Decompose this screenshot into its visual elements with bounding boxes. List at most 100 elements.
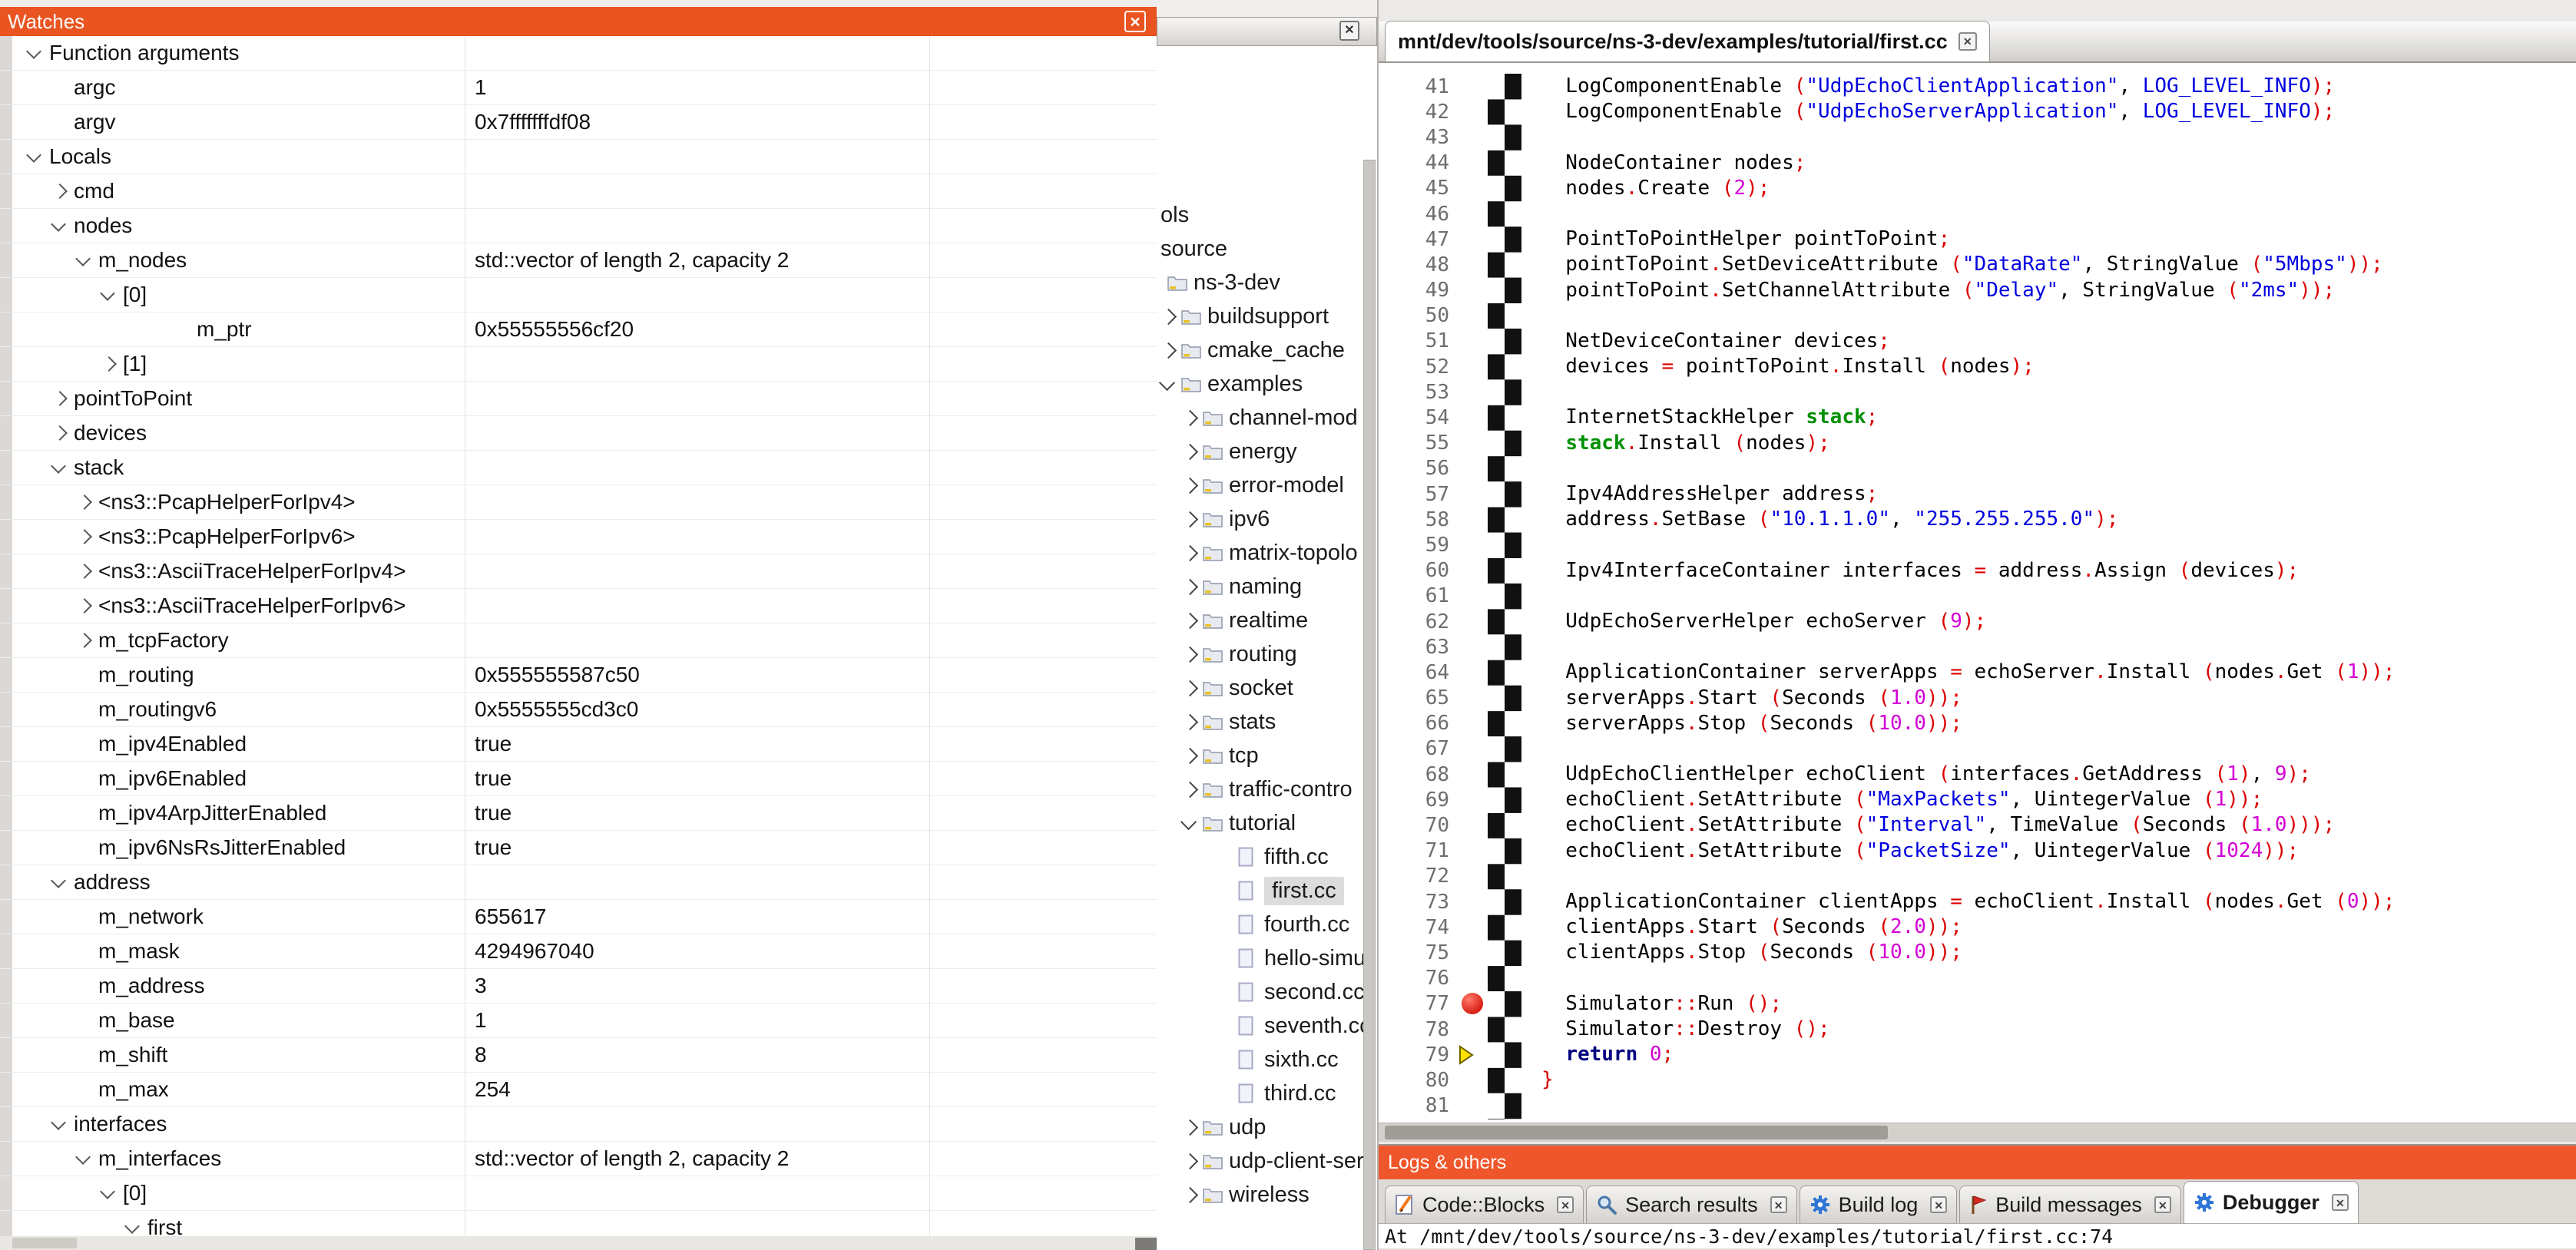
chevron-right-icon[interactable] [72, 629, 98, 652]
tree-item-examples[interactable]: examples [1157, 367, 1377, 401]
chevron-right-icon[interactable] [1180, 406, 1201, 429]
tree-item-socket[interactable]: socket [1157, 671, 1377, 705]
chevron-right-icon[interactable] [1180, 1149, 1201, 1172]
chevron-down-icon[interactable] [97, 1182, 123, 1205]
tree-item-channel-mod[interactable]: channel-mod [1157, 401, 1377, 435]
watch-row[interactable]: m_ipv4Enabledtrue [0, 727, 1157, 762]
watch-row[interactable]: m_tcpFactory [0, 623, 1157, 658]
tree-item-realtime[interactable]: realtime [1157, 604, 1377, 637]
tree-item-buildsupport[interactable]: buildsupport [1157, 299, 1377, 333]
tree-item-matrix-topolo[interactable]: matrix-topolo [1157, 536, 1377, 570]
watch-row[interactable]: m_base1 [0, 1004, 1157, 1038]
chevron-down-icon[interactable] [48, 871, 74, 894]
logs-tab-build-log[interactable]: Build log✕ [1800, 1186, 1958, 1223]
chevron-right-icon[interactable] [1180, 575, 1201, 598]
editor-tab-first-cc[interactable]: mnt/dev/tools/source/ns-3-dev/examples/t… [1385, 21, 1990, 61]
chevron-right-icon[interactable] [72, 525, 98, 548]
watch-row[interactable]: m_mask4294967040 [0, 934, 1157, 969]
tree-item-ols[interactable]: ols [1157, 198, 1377, 232]
watches-hscrollbar[interactable] [0, 1236, 1157, 1250]
chevron-right-icon[interactable] [1180, 541, 1201, 564]
close-icon[interactable]: ✕ [2332, 1194, 2349, 1211]
watch-row[interactable]: m_routingv60x5555555cd3c0 [0, 693, 1157, 727]
tree-item-cmake-cache[interactable]: cmake_cache [1157, 333, 1377, 367]
chevron-right-icon[interactable] [1180, 643, 1201, 666]
logs-tab-build-messages[interactable]: Build messages✕ [1959, 1186, 2181, 1223]
watch-row[interactable]: <ns3::PcapHelperForIpv6> [0, 520, 1157, 554]
chevron-down-icon[interactable] [23, 41, 49, 64]
chevron-down-icon[interactable] [23, 145, 49, 168]
watch-row[interactable]: pointToPoint [0, 382, 1157, 416]
close-icon[interactable]: ✕ [1930, 1196, 1947, 1213]
watch-row[interactable]: interfaces [0, 1107, 1157, 1142]
tree-item-sixth-cc[interactable]: sixth.cc [1157, 1043, 1377, 1076]
chevron-right-icon[interactable] [1180, 710, 1201, 733]
tree-item-traffic-contro[interactable]: traffic-contro [1157, 772, 1377, 806]
tree-item-ns-3-dev[interactable]: ns-3-dev [1157, 266, 1377, 299]
tree-item-error-model[interactable]: error-model [1157, 468, 1377, 502]
editor-hscrollbar[interactable] [1379, 1123, 2576, 1142]
tree-item-first-cc[interactable]: first.cc [1157, 874, 1377, 908]
chevron-down-icon[interactable] [121, 1216, 147, 1236]
watch-row[interactable]: Locals [0, 140, 1157, 174]
chevron-down-icon[interactable] [1158, 372, 1180, 395]
chevron-right-icon[interactable] [1158, 305, 1180, 328]
chevron-right-icon[interactable] [1180, 440, 1201, 463]
watch-row[interactable]: <ns3::AsciiTraceHelperForIpv6> [0, 589, 1157, 623]
watch-row[interactable]: <ns3::PcapHelperForIpv4> [0, 485, 1157, 520]
chevron-right-icon[interactable] [1158, 339, 1180, 362]
project-tree-titlebar[interactable]: ✕ [1157, 17, 1377, 46]
watch-row[interactable]: address [0, 865, 1157, 900]
chevron-down-icon[interactable] [48, 214, 74, 237]
watch-row[interactable]: m_ipv6Enabledtrue [0, 762, 1157, 796]
tree-item-hello-simul[interactable]: hello-simul [1157, 941, 1377, 975]
close-icon[interactable]: ✕ [1770, 1196, 1787, 1213]
watch-row[interactable]: Function arguments [0, 36, 1157, 71]
tree-item-udp-client-ser[interactable]: udp-client-ser [1157, 1144, 1377, 1178]
chevron-right-icon[interactable] [1180, 744, 1201, 767]
watch-row[interactable]: m_max254 [0, 1073, 1157, 1107]
chevron-right-icon[interactable] [1180, 1116, 1201, 1139]
chevron-right-icon[interactable] [1180, 609, 1201, 632]
watch-row[interactable]: m_ipv6NsRsJitterEnabledtrue [0, 831, 1157, 865]
watch-row[interactable]: m_shift8 [0, 1038, 1157, 1073]
tree-item-energy[interactable]: energy [1157, 435, 1377, 468]
tree-item-tcp[interactable]: tcp [1157, 739, 1377, 772]
watches-hscrollbar-thumb[interactable] [12, 1238, 77, 1248]
tree-item-ipv6[interactable]: ipv6 [1157, 502, 1377, 536]
watch-row[interactable]: stack [0, 451, 1157, 485]
watches-column-divider[interactable] [929, 36, 930, 1236]
tree-item-fifth-cc[interactable]: fifth.cc [1157, 840, 1377, 874]
chevron-right-icon[interactable] [48, 387, 74, 410]
code-area[interactable]: 41 LogComponentEnable ("UdpEchoClientApp… [1379, 63, 2576, 1133]
logs-tab-debugger[interactable]: Debugger✕ [2184, 1181, 2359, 1223]
logs-tab-code-blocks[interactable]: Code::Blocks✕ [1385, 1186, 1584, 1223]
logs-titlebar[interactable]: Logs & others [1379, 1146, 2576, 1179]
chevron-down-icon[interactable] [48, 1113, 74, 1136]
watch-row[interactable]: [0] [0, 278, 1157, 312]
tree-item-third-cc[interactable]: third.cc [1157, 1076, 1377, 1110]
watch-row[interactable]: nodes [0, 209, 1157, 243]
editor-hscrollbar-thumb[interactable] [1385, 1126, 1888, 1139]
watch-row[interactable]: m_interfacesstd::vector of length 2, cap… [0, 1142, 1157, 1176]
watch-row[interactable]: devices [0, 416, 1157, 451]
watch-row[interactable]: m_ipv4ArpJitterEnabledtrue [0, 796, 1157, 831]
chevron-down-icon[interactable] [72, 1147, 98, 1170]
chevron-right-icon[interactable] [72, 594, 98, 617]
logs-tab-search-results[interactable]: Search results✕ [1586, 1186, 1797, 1223]
tree-item-source[interactable]: source [1157, 232, 1377, 266]
chevron-right-icon[interactable] [1180, 1183, 1201, 1206]
tree-item-second-cc[interactable]: second.cc [1157, 975, 1377, 1009]
chevron-down-icon[interactable] [48, 456, 74, 479]
watch-row[interactable]: cmd [0, 174, 1157, 209]
watch-row[interactable]: [1] [0, 347, 1157, 382]
watch-row[interactable]: argc1 [0, 71, 1157, 105]
watch-row[interactable]: [0] [0, 1176, 1157, 1211]
chevron-down-icon[interactable] [97, 283, 123, 306]
watches-resize-corner[interactable] [1135, 1238, 1157, 1250]
watch-row[interactable]: m_network655617 [0, 900, 1157, 934]
chevron-right-icon[interactable] [1180, 474, 1201, 497]
chevron-right-icon[interactable] [1180, 778, 1201, 801]
close-icon[interactable]: ✕ [1958, 32, 1977, 51]
project-tree-scrollbar[interactable] [1363, 160, 1376, 1250]
